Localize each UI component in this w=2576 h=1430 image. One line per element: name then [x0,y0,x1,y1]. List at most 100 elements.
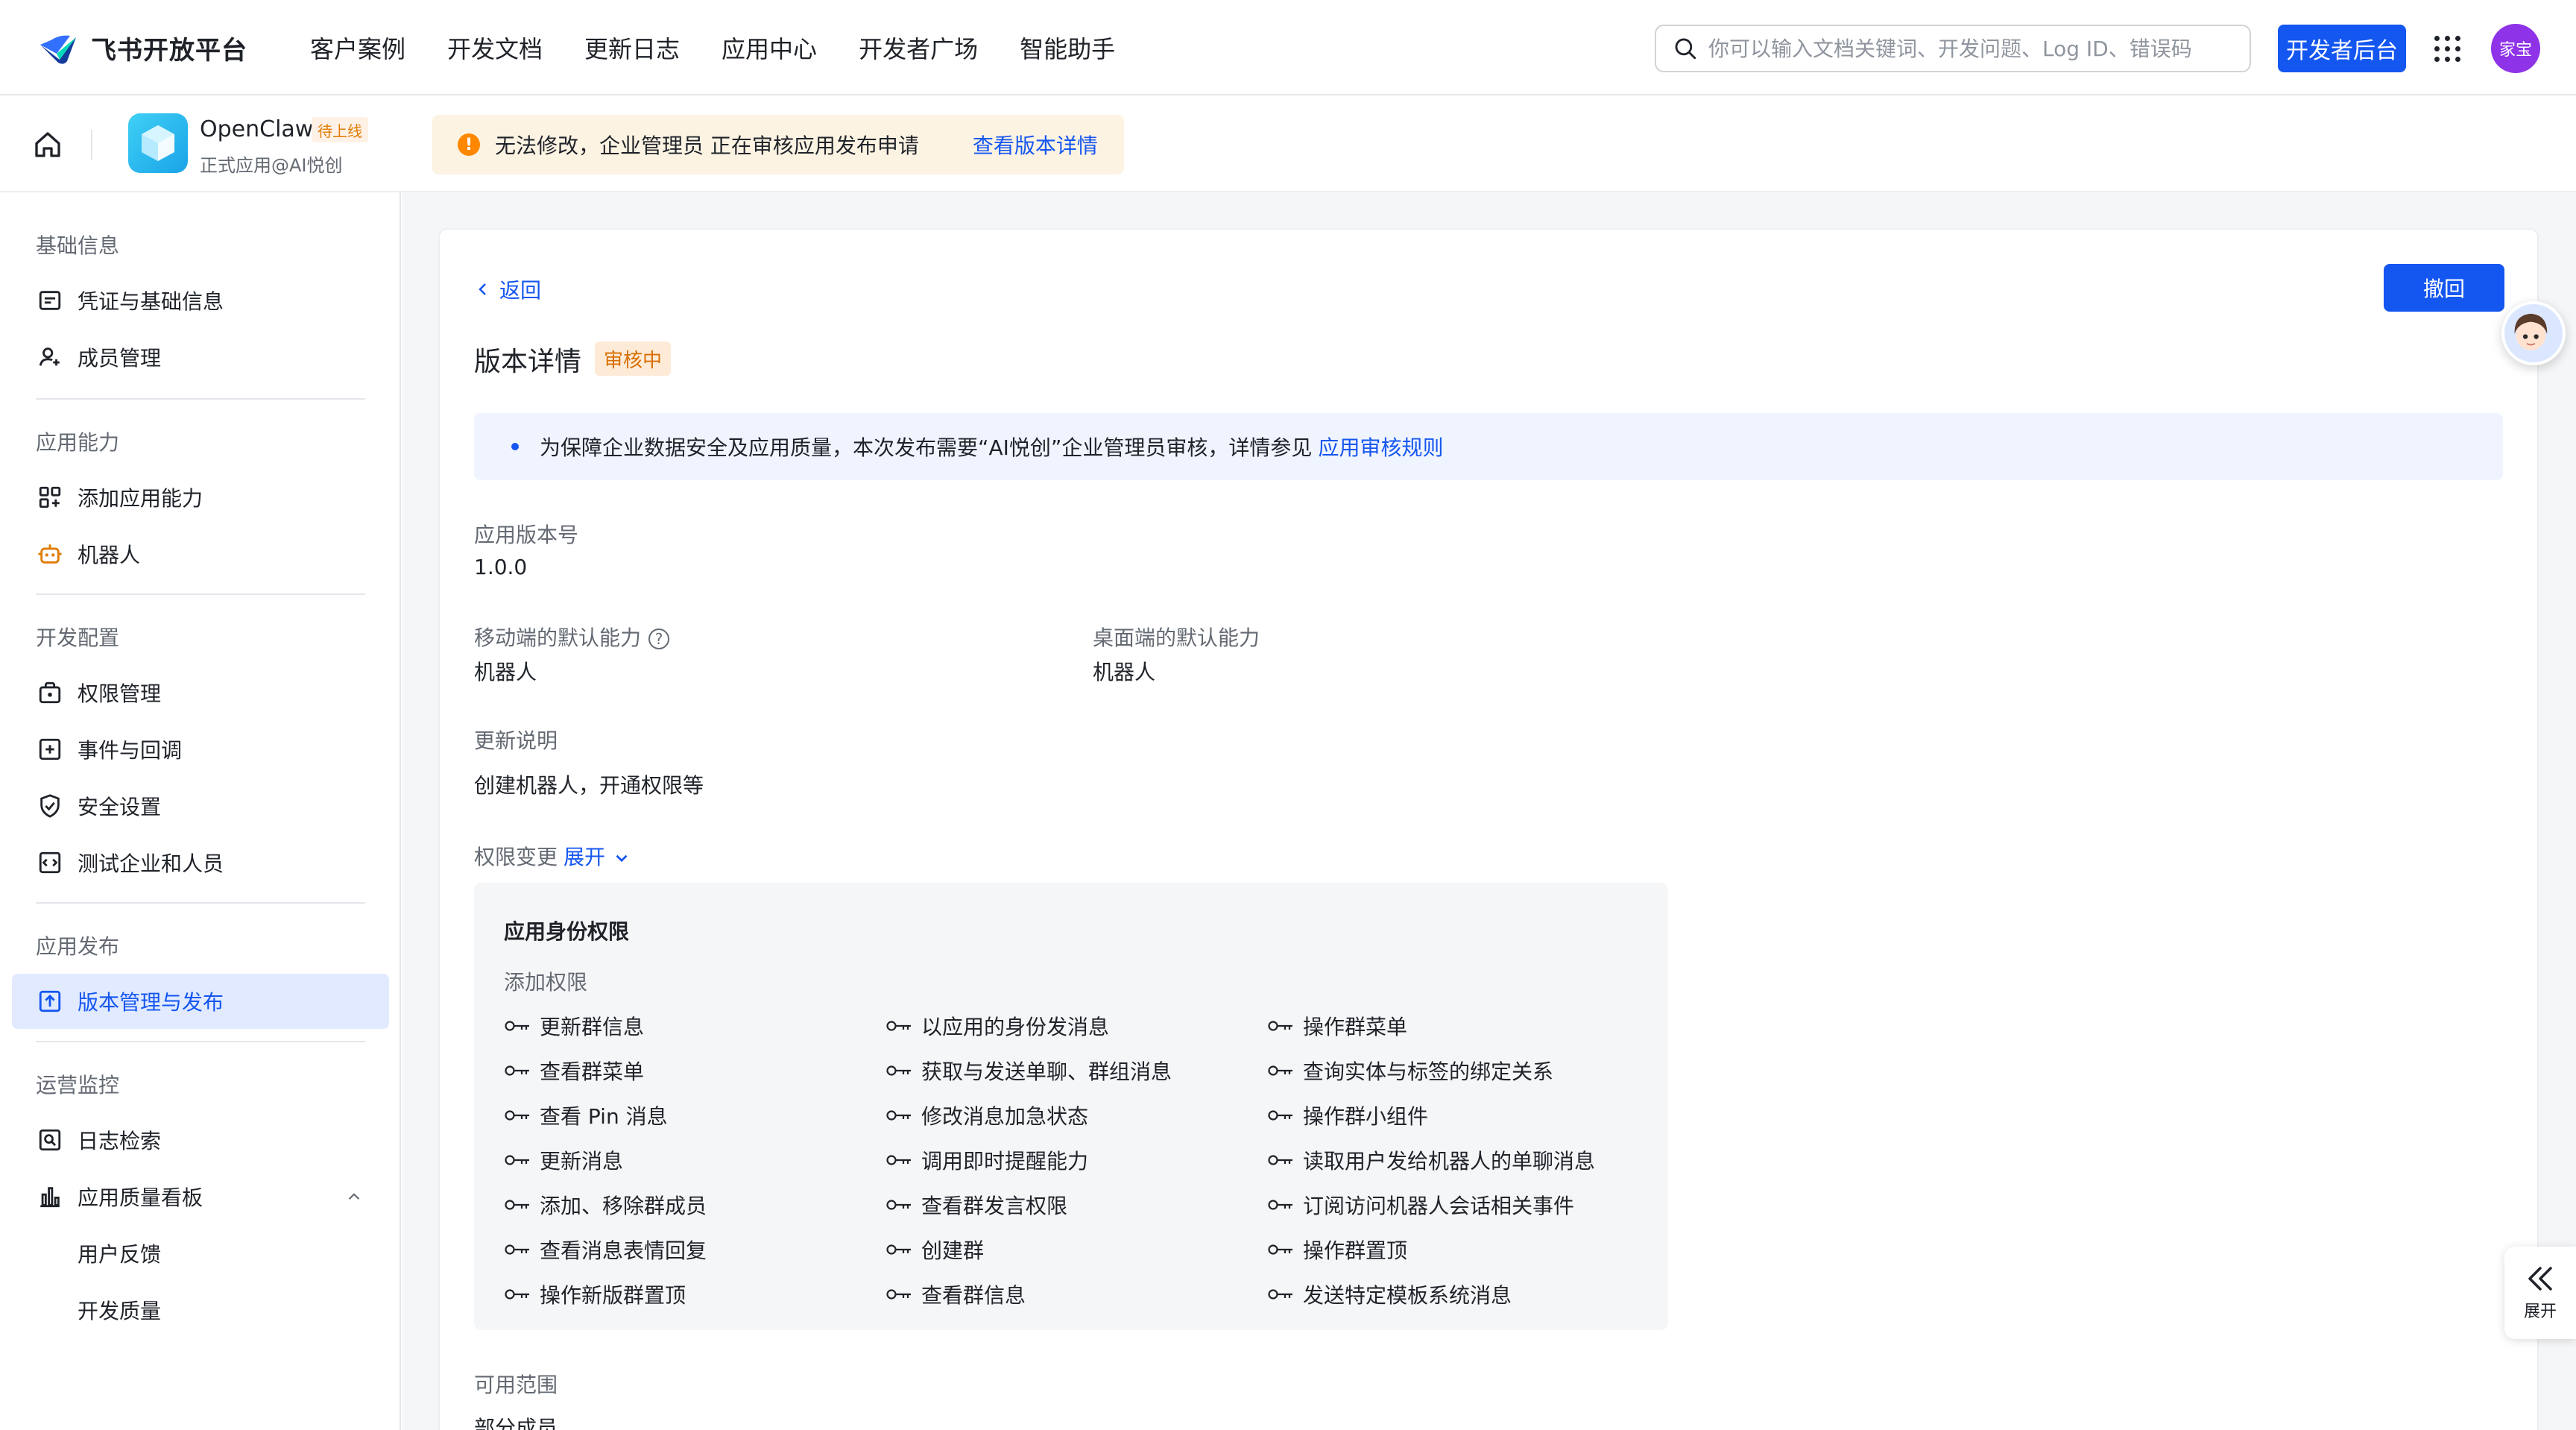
sidebar-item-dev-quality[interactable]: 开发质量 [12,1282,389,1338]
permission-item: 更新群信息 [504,1004,707,1048]
page-title: 版本详情 [474,347,582,377]
developer-console-button[interactable]: 开发者后台 [2278,25,2406,72]
permission-item: 查看 Pin 消息 [504,1093,707,1138]
nav-item-assistant[interactable]: 智能助手 [1020,31,1115,65]
sidebar-group-basic: 基础信息 [36,233,120,258]
permission-item: 修改消息加急状态 [886,1093,1172,1138]
permission-item: 获取与发送单聊、群组消息 [886,1048,1172,1093]
permission-item: 查询实体与标签的绑定关系 [1267,1048,1595,1093]
back-label: 返回 [499,278,542,303]
key-icon [1268,1110,1292,1121]
nav-item-docs[interactable]: 开发文档 [447,31,543,65]
view-version-link[interactable]: 查看版本详情 [973,130,1098,160]
expand-panel-button[interactable]: 展开 [2504,1247,2576,1339]
code-box-icon [39,851,61,874]
robot-icon [38,544,62,564]
sidebar-item-label: 应用质量看板 [78,1185,203,1210]
permission-label: 查询实体与标签的绑定关系 [1303,1059,1554,1084]
sidebar-item-members[interactable]: 成员管理 [12,330,389,385]
sidebar-item-log-search[interactable]: 日志检索 [12,1112,389,1168]
status-badge: 审核中 [595,341,672,376]
sidebar-divider [36,902,365,904]
desktop-capability-value: 机器人 [1093,660,1156,684]
permission-label: 读取用户发给机器人的单聊消息 [1303,1149,1596,1174]
nav-item-changelog[interactable]: 更新日志 [584,31,680,65]
sidebar-item-label: 开发质量 [78,1299,162,1323]
permission-label: 操作群菜单 [1303,1015,1408,1039]
key-icon [1268,1244,1292,1255]
chevron-up-icon[interactable] [344,1187,364,1206]
permission-item: 更新消息 [504,1138,707,1182]
permission-label: 操作群小组件 [1303,1104,1429,1129]
feishu-logo-icon [40,35,76,64]
search-input[interactable] [1708,36,2245,61]
brand-logo[interactable]: 飞书开放平台 [37,30,247,66]
double-chevron-left-icon [2528,1267,2552,1291]
app-header-bar: OpenClaw 待上线 正式应用@AI悦创 ! 无法修改，企业管理员 正在审核… [0,97,2576,192]
sidebar-item-credentials[interactable]: 凭证与基础信息 [12,273,389,328]
permission-label: 添加、移除群成员 [540,1194,707,1218]
review-rules-link[interactable]: 应用审核规则 [1318,432,1443,462]
sidebar-divider [36,593,365,595]
sidebar-item-add-capability[interactable]: 添加应用能力 [12,470,389,525]
sidebar-item-events[interactable]: 事件与回调 [12,722,389,777]
permission-label: 查看消息表情回复 [540,1238,707,1263]
sidebar-group-monitoring: 运营监控 [36,1073,120,1097]
key-icon [505,1289,529,1300]
warning-icon: ! [458,133,480,156]
permission-item: 以应用的身份发消息 [886,1004,1172,1048]
permission-label: 获取与发送单聊、群组消息 [921,1059,1172,1084]
sidebar: 基础信息 凭证与基础信息 成员管理 应用能力 添加应用能力 机器人 开发配置 权… [0,192,401,1430]
sidebar-item-quality-board[interactable]: 应用质量看板 [12,1169,389,1224]
permission-item: 操作群菜单 [1267,1004,1595,1048]
help-icon[interactable]: ? [648,629,670,649]
permission-change-label-text: 权限变更 [474,845,558,869]
search-icon [1675,38,1696,60]
key-icon [505,1110,529,1121]
sidebar-item-label: 版本管理与发布 [78,990,224,1015]
app-name: OpenClaw [200,116,314,142]
sidebar-item-bot[interactable]: 机器人 [12,526,389,582]
key-icon [505,1021,529,1031]
review-warning-banner: ! 无法修改，企业管理员 正在审核应用发布申请 查看版本详情 [432,115,1124,174]
key-icon [505,1155,529,1165]
home-icon[interactable] [33,130,63,160]
permission-item: 查看群发言权限 [886,1182,1172,1227]
search-box[interactable] [1655,25,2251,72]
permission-section-subtitle: 添加权限 [504,970,588,995]
release-notes-value: 创建机器人，开通权限等 [474,773,704,798]
key-icon [886,1065,911,1076]
key-icon [886,1200,911,1210]
apps-grid-icon[interactable] [2433,34,2463,64]
nav-item-app-center[interactable]: 应用中心 [722,31,817,65]
permission-list-box: 应用身份权限 添加权限 更新群信息 查看群菜单 查看 Pin 消息 更新消息 添… [474,883,1668,1330]
assistant-avatar[interactable] [2501,301,2566,365]
bar-chart-icon [40,1187,60,1208]
sidebar-item-test-org[interactable]: 测试企业和人员 [12,835,389,890]
brand-name: 飞书开放平台 [91,36,247,66]
log-search-icon [39,1129,61,1151]
permission-column-2: 以应用的身份发消息 获取与发送单聊、群组消息 修改消息加急状态 调用即时提醒能力… [886,1004,1172,1317]
sidebar-item-label: 添加应用能力 [78,486,203,511]
nav-item-cases[interactable]: 客户案例 [310,31,405,65]
permission-label: 以应用的身份发消息 [921,1015,1110,1039]
expand-permissions-link[interactable]: 展开 [564,845,605,869]
sidebar-item-label: 机器人 [78,543,141,567]
chevron-down-icon[interactable] [612,848,631,868]
sidebar-group-release: 应用发布 [36,934,120,959]
back-link[interactable]: 返回 [474,274,541,304]
sidebar-item-label: 凭证与基础信息 [78,289,224,314]
key-icon [1268,1200,1292,1210]
sidebar-item-permissions[interactable]: 权限管理 [12,665,389,720]
revoke-button[interactable]: 撤回 [2384,264,2504,312]
sidebar-item-security[interactable]: 安全设置 [12,778,389,834]
sidebar-item-label: 事件与回调 [78,738,183,763]
sidebar-item-version-release[interactable]: 版本管理与发布 [12,974,389,1029]
sidebar-item-user-feedback[interactable]: 用户反馈 [12,1226,389,1281]
user-avatar[interactable]: 家宝 [2491,24,2540,73]
sidebar-divider [36,1041,365,1042]
nav-item-dev-square[interactable]: 开发者广场 [859,31,978,65]
permission-item: 订阅访问机器人会话相关事件 [1267,1182,1595,1227]
permission-label: 更新消息 [540,1149,624,1174]
permission-item: 创建群 [886,1227,1172,1272]
